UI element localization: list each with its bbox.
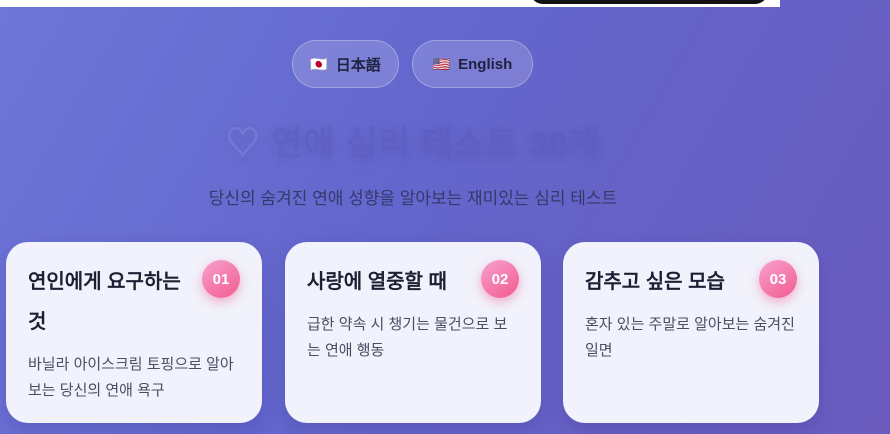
- test-card-01[interactable]: 연인에게 요구하는 것 바닐라 아이스크림 토핑으로 알아보는 당신의 연애 욕…: [6, 242, 262, 423]
- number-badge: 01: [202, 260, 240, 298]
- page-title: ♡ 연애 심리 테스트 30개: [0, 116, 826, 165]
- page-title-text: 연애 심리 테스트 30개: [271, 125, 601, 163]
- lang-button-japanese[interactable]: 🇯🇵 日本語: [292, 40, 399, 88]
- page-subtitle: 당신의 숨겨진 연애 성향을 알아보는 재미있는 심리 테스트: [208, 189, 618, 208]
- card-title: 감추고 싶은 모습: [585, 271, 725, 293]
- card-title: 연인에게 요구하는 것: [28, 271, 181, 333]
- card-title: 사랑에 열중할 때: [307, 271, 447, 293]
- lang-button-english[interactable]: 🇺🇸 English: [412, 40, 533, 88]
- number-badge: 03: [759, 260, 797, 298]
- japan-flag-icon: 🇯🇵: [310, 55, 328, 72]
- card-description: 혼자 있는 주말로 알아보는 숨겨진 일면: [585, 316, 795, 359]
- heart-icon: ♡: [225, 125, 261, 163]
- test-card-03[interactable]: 감추고 싶은 모습 혼자 있는 주말로 알아보는 숨겨진 일면 03: [563, 242, 819, 423]
- top-dark-pill: [530, 0, 768, 4]
- number-badge: 02: [481, 260, 519, 298]
- lang-label: English: [458, 55, 513, 73]
- card-description: 바닐라 아이스크림 토핑으로 알아보는 당신의 연애 욕구: [28, 356, 234, 399]
- lang-label: 日本語: [335, 56, 381, 74]
- us-flag-icon: 🇺🇸: [432, 55, 451, 72]
- card-description: 급한 약속 시 챙기는 물건으로 보는 연애 행동: [307, 316, 508, 359]
- test-card-02[interactable]: 사랑에 열중할 때 급한 약속 시 챙기는 물건으로 보는 연애 행동 02: [285, 242, 541, 423]
